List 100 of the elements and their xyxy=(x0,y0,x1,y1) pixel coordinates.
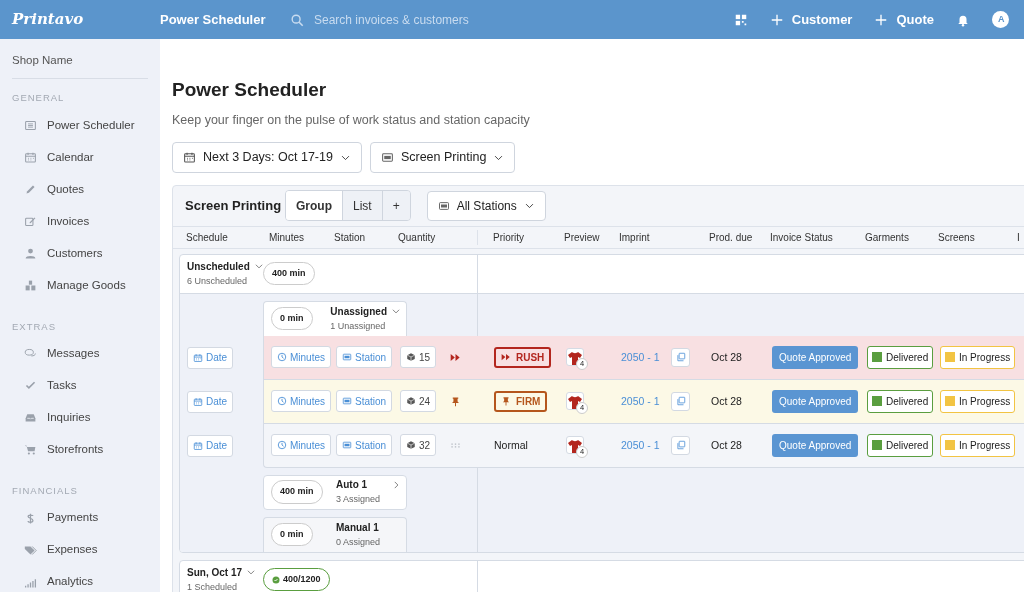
calendar-icon xyxy=(24,151,37,164)
screens-status-badge[interactable]: In Progress xyxy=(940,345,1016,369)
column-header: Minutes xyxy=(269,231,304,243)
group-title: Unassigned xyxy=(330,304,387,319)
date-button[interactable]: Date xyxy=(187,434,234,457)
dollar-icon xyxy=(24,511,37,525)
station-dropdown[interactable]: Screen Printing xyxy=(369,141,516,173)
sidebar-item[interactable]: Analytics xyxy=(12,566,148,592)
station-button[interactable]: Station xyxy=(336,434,393,457)
station-card[interactable]: 0 min Unassigned 1 Unassigned xyxy=(263,300,407,336)
station-filter-dropdown[interactable]: All Stations xyxy=(426,190,546,221)
station-icon xyxy=(342,352,352,363)
plus-icon xyxy=(874,12,889,27)
calendar-icon xyxy=(193,440,203,451)
section-heading: EXTRAS xyxy=(12,319,57,334)
tshirt-icon xyxy=(567,350,583,367)
station-card[interactable]: 400 min Auto 1 3 Assigned xyxy=(263,474,407,510)
column-header: Schedule xyxy=(186,231,228,243)
copy-icon xyxy=(675,352,686,363)
cube-icon xyxy=(406,352,416,363)
station-card[interactable]: 0 min Manual 1 0 Assigned xyxy=(263,516,407,552)
minutes-pill: 400/1200 xyxy=(263,567,330,592)
plus-icon xyxy=(769,12,784,27)
view-tab[interactable]: + xyxy=(382,191,410,221)
grid-icon xyxy=(733,13,748,28)
garments-status-badge[interactable]: Delivered xyxy=(867,389,934,413)
search-icon xyxy=(290,12,304,27)
column-header: Garments xyxy=(865,231,909,243)
group-count: 0 Assigned xyxy=(336,535,382,549)
sidebar-item[interactable]: Tasks xyxy=(12,369,148,402)
board-title: Screen Printing xyxy=(185,196,283,215)
page-title: Power Scheduler xyxy=(160,10,267,29)
minutes-button[interactable]: Minutes xyxy=(271,346,331,369)
column-header: Priority xyxy=(493,231,525,243)
shop-name: Shop Name xyxy=(12,52,148,80)
fast-forward-icon xyxy=(501,352,511,363)
edit-icon xyxy=(24,215,37,228)
sidebar-item[interactable]: Storefronts xyxy=(12,433,148,466)
group-count: 1 Unassigned xyxy=(330,319,387,333)
station-icon xyxy=(342,396,352,407)
page-heading: Power Scheduler xyxy=(172,79,328,102)
date-button[interactable]: Date xyxy=(187,346,234,369)
calendar-icon xyxy=(183,150,196,164)
sidebar-item[interactable]: Customers xyxy=(12,237,148,270)
minutes-pill: 0 min xyxy=(271,306,313,331)
date-range-dropdown[interactable]: Next 3 Days: Oct 17-19 xyxy=(172,141,362,173)
tag-icon xyxy=(24,543,37,557)
chevron-right-icon[interactable] xyxy=(391,479,401,490)
sidebar-item[interactable]: Inquiries xyxy=(12,401,148,434)
search-field[interactable]: Search invoices & customers xyxy=(312,9,612,30)
group-count: 6 Unscheduled xyxy=(187,274,249,288)
tshirt-icon xyxy=(567,438,583,455)
station-icon xyxy=(437,199,450,212)
group-count: 3 Assigned xyxy=(336,493,382,507)
bell-icon xyxy=(956,13,970,28)
due-date: Oct 28 xyxy=(711,350,742,363)
sidebar-item[interactable]: Power Scheduler xyxy=(12,109,148,142)
sidebar-item[interactable]: Manage Goods xyxy=(12,269,148,302)
boxes-icon xyxy=(24,279,37,292)
screens-status-badge[interactable]: In Progress xyxy=(940,389,1016,413)
minutes-pill: 400 min xyxy=(271,480,323,504)
sidebar-item[interactable]: Quotes xyxy=(12,173,148,206)
quantity-chip: 15 xyxy=(400,346,437,369)
sidebar-item[interactable]: Messages xyxy=(12,337,148,370)
copy-button[interactable] xyxy=(671,391,690,411)
due-date: Oct 28 xyxy=(711,438,742,451)
cube-icon xyxy=(406,396,416,407)
sidebar-item[interactable]: Expenses xyxy=(12,534,148,566)
due-date: Oct 28 xyxy=(711,394,742,407)
minutes-button[interactable]: Minutes xyxy=(271,434,331,457)
column-header: Prod. due xyxy=(709,231,753,243)
cube-icon xyxy=(406,440,416,451)
garments-status-badge[interactable]: Delivered xyxy=(867,433,934,457)
screens-status-badge[interactable]: In Progress xyxy=(940,433,1016,457)
minutes-pill: 400 min xyxy=(263,261,315,286)
priority-label: Normal xyxy=(494,438,528,451)
cart-icon xyxy=(24,443,37,457)
sidebar-item[interactable]: Invoices xyxy=(12,205,148,238)
station-button[interactable]: Station xyxy=(336,390,393,413)
section-heading: FINANCIALS xyxy=(12,483,79,498)
view-tab[interactable]: List xyxy=(343,191,383,221)
column-header: Quantity xyxy=(398,231,436,243)
garments-status-badge[interactable]: Delivered xyxy=(867,345,934,369)
copy-button[interactable] xyxy=(671,435,690,455)
copy-button[interactable] xyxy=(671,347,690,367)
sidebar-item[interactable]: Payments xyxy=(12,502,148,534)
calendar-icon xyxy=(193,396,203,407)
date-button[interactable]: Date xyxy=(187,390,234,413)
calendar-icon xyxy=(193,352,203,363)
view-tab[interactable]: Group xyxy=(286,191,343,221)
column-header: I xyxy=(1017,231,1020,243)
clock-icon xyxy=(277,352,287,363)
column-header: Imprint xyxy=(619,231,650,243)
column-header: Preview xyxy=(564,231,600,243)
station-button[interactable]: Station xyxy=(336,346,393,369)
person-icon xyxy=(24,247,37,260)
station-icon xyxy=(342,440,352,451)
minutes-button[interactable]: Minutes xyxy=(271,390,331,413)
sidebar-item[interactable]: Calendar xyxy=(12,141,148,174)
minutes-pill: 0 min xyxy=(271,522,313,547)
